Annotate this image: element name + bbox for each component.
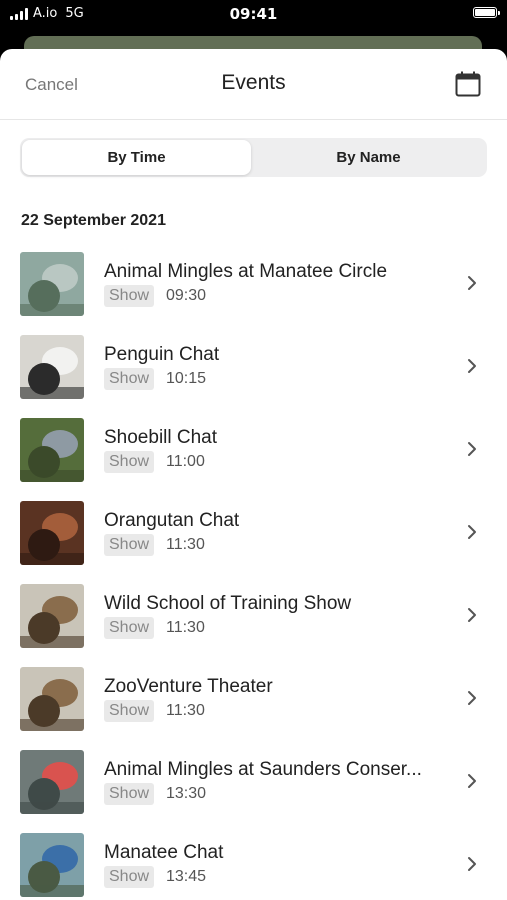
nav-bar: Cancel Events [0, 49, 507, 120]
event-row[interactable]: Penguin Chat Show 10:15 [0, 328, 507, 411]
event-row[interactable]: Wild School of Training Show Show 11:30 [0, 577, 507, 660]
event-thumbnail [20, 833, 84, 897]
event-time: 13:30 [166, 785, 207, 802]
event-title: Wild School of Training Show [104, 593, 352, 614]
event-time: 13:45 [166, 868, 207, 885]
event-thumbnail [20, 335, 84, 399]
status-time: 09:41 [229, 5, 278, 23]
event-type-badge: Show [104, 368, 155, 390]
event-type-badge: Show [104, 534, 155, 556]
status-bar: A.io 5G 09:41 [0, 0, 507, 30]
event-time: 11:00 [166, 453, 205, 470]
event-row[interactable]: ZooVenture Theater Show 11:30 [0, 660, 507, 743]
tab-by-time[interactable]: By Time [22, 140, 251, 175]
event-type-badge: Show [104, 783, 155, 805]
event-title: Manatee Chat [104, 842, 224, 863]
event-type-badge: Show [104, 285, 155, 307]
event-row[interactable]: Shoebill Chat Show 11:00 [0, 411, 507, 494]
event-thumbnail [20, 667, 84, 731]
chevron-right-icon [468, 691, 476, 705]
event-title: Penguin Chat [104, 344, 220, 365]
event-title: ZooVenture Theater [104, 676, 273, 697]
event-type-badge: Show [104, 866, 155, 888]
event-list: Animal Mingles at Manatee Circle Show 09… [0, 245, 507, 900]
event-time: 09:30 [166, 287, 207, 304]
date-section-header: 22 September 2021 [21, 212, 166, 229]
chevron-right-icon [468, 359, 476, 373]
event-title: Animal Mingles at Saunders Conser... [104, 759, 422, 780]
chevron-right-icon [468, 774, 476, 788]
event-thumbnail [20, 418, 84, 482]
event-thumbnail [20, 584, 84, 648]
tab-by-name[interactable]: By Name [254, 140, 483, 175]
event-title: Animal Mingles at Manatee Circle [104, 261, 388, 282]
sort-segmented-control: By Time By Name [20, 138, 487, 177]
event-title: Orangutan Chat [104, 510, 240, 531]
chevron-right-icon [468, 525, 476, 539]
event-row[interactable]: Animal Mingles at Manatee Circle Show 09… [0, 245, 507, 328]
calendar-icon[interactable] [455, 71, 481, 97]
event-thumbnail [20, 750, 84, 814]
event-type-badge: Show [104, 617, 155, 639]
event-time: 10:15 [166, 370, 207, 387]
event-row[interactable]: Animal Mingles at Saunders Conser... Sho… [0, 743, 507, 826]
event-row[interactable]: Manatee Chat Show 13:45 [0, 826, 507, 900]
chevron-right-icon [468, 857, 476, 871]
event-thumbnail [20, 501, 84, 565]
battery-icon [473, 7, 500, 18]
event-time: 11:30 [166, 536, 205, 553]
chevron-right-icon [468, 276, 476, 290]
chevron-right-icon [468, 442, 476, 456]
event-type-badge: Show [104, 700, 155, 722]
event-time: 11:30 [166, 702, 205, 719]
events-sheet: Cancel Events By Time By Name 22 Septemb… [0, 49, 507, 900]
page-title: Events [221, 71, 286, 94]
chevron-right-icon [468, 608, 476, 622]
event-row[interactable]: Orangutan Chat Show 11:30 [0, 494, 507, 577]
event-thumbnail [20, 252, 84, 316]
event-type-badge: Show [104, 451, 155, 473]
event-time: 11:30 [166, 619, 205, 636]
event-title: Shoebill Chat [104, 427, 218, 448]
